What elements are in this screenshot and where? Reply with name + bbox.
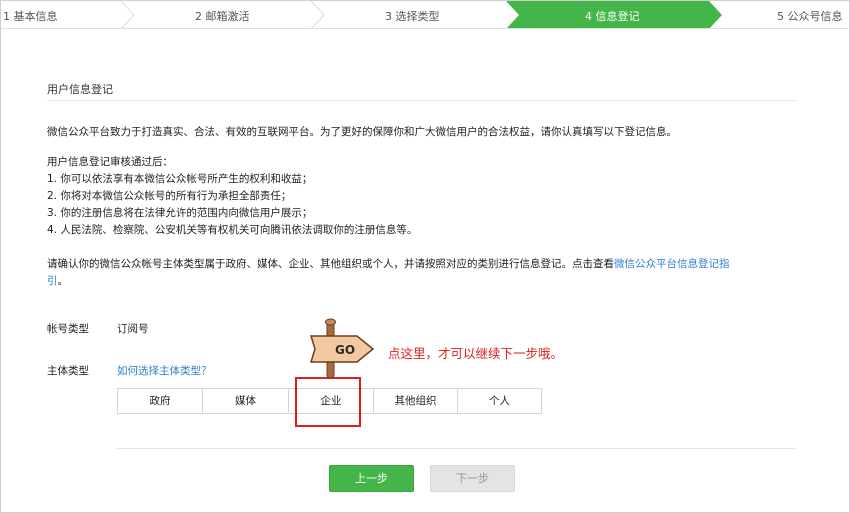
notice-text-cont: 引。 (47, 273, 68, 290)
go-sign-text: GO (335, 343, 355, 357)
guide-link[interactable]: 微信公众平台信息登记指 (614, 258, 730, 270)
review-item: 1. 你可以依法享有本微信公众帐号所产生的权利和收益； (47, 173, 313, 185)
section-title: 用户信息登记 (47, 83, 113, 96)
review-item: 4. 人民法院、检察院、公安机关等有权机关可向腾讯依法调取你的注册信息等。 (47, 224, 418, 236)
guide-link-cont[interactable]: 引 (47, 275, 58, 287)
step-5: 5 公众号信息 (777, 10, 843, 23)
subject-type-help-link[interactable]: 如何选择主体类型？ (117, 363, 212, 378)
subject-type-government[interactable]: 政府 (118, 389, 203, 413)
prev-step-button[interactable]: 上一步 (329, 465, 414, 492)
step-2: 2 邮箱激活 (195, 10, 250, 23)
notice-body: 请确认你的微信公众帐号主体类型属于政府、媒体、企业、其他组织或个人，并请按照对应… (47, 258, 614, 270)
section-divider (47, 100, 797, 101)
subject-type-individual[interactable]: 个人 (458, 389, 541, 413)
subject-type-label: 主体类型 (47, 365, 89, 377)
review-item: 3. 你的注册信息将在法律允许的范围内向微信用户展示； (47, 207, 313, 219)
footer-divider (117, 448, 795, 449)
account-type-label: 帐号类型 (47, 323, 89, 335)
notice-text: 请确认你的微信公众帐号主体类型属于政府、媒体、企业、其他组织或个人，并请按照对应… (47, 256, 730, 273)
annotation-text: 点这里，才可以继续下一步哦。 (388, 346, 564, 361)
subject-type-other-org[interactable]: 其他组织 (374, 389, 458, 413)
review-item: 2. 你将对本微信公众帐号的所有行为承担全部责任； (47, 190, 292, 202)
step-3: 3 选择类型 (385, 10, 440, 23)
review-heading: 用户信息登记审核通过后： (47, 156, 173, 168)
go-sign-icon: GO (305, 318, 379, 383)
notice-end: 。 (57, 275, 69, 287)
progress-steps: 1 基本信息 2 邮箱激活 3 选择类型 4 信息登记 5 公众号信息 (1, 1, 849, 29)
step-4-active: 4 信息登记 (585, 10, 640, 23)
step-1: 1 基本信息 (3, 10, 58, 23)
highlight-box (295, 377, 361, 427)
account-type-value: 订阅号 (117, 323, 149, 335)
intro-text: 微信公众平台致力于打造真实、合法、有效的互联网平台。为了更好的保障你和广大微信用… (47, 126, 677, 138)
subject-type-media[interactable]: 媒体 (203, 389, 289, 413)
next-step-button[interactable]: 下一步 (430, 465, 515, 492)
